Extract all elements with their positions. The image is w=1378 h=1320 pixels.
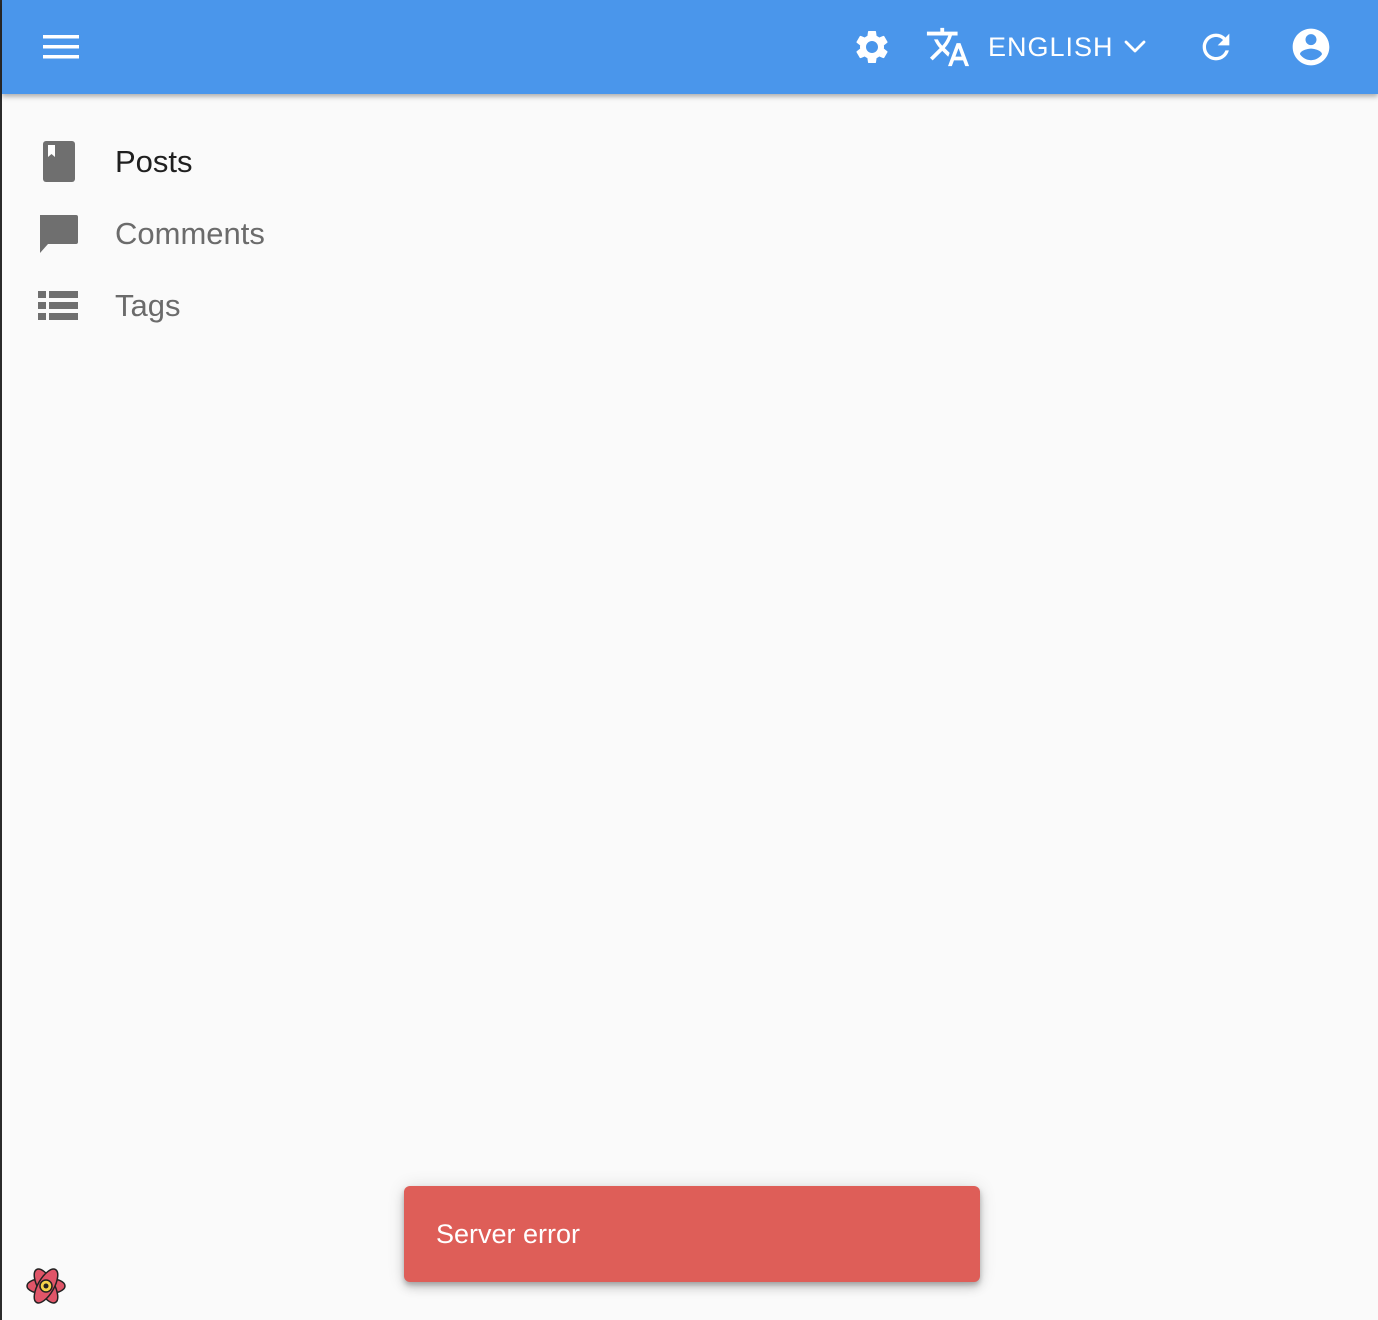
- notification-message: Server error: [436, 1218, 581, 1249]
- book-icon: [36, 140, 80, 184]
- app-bar: ENGLISH: [2, 0, 1378, 94]
- account-circle-icon: [1292, 28, 1330, 66]
- error-notification: Server error: [404, 1186, 980, 1282]
- chat-bubble-icon: [36, 212, 80, 256]
- sidebar-item-label: Comments: [115, 216, 265, 251]
- sidebar-menu: Posts Comments Tags: [2, 94, 322, 342]
- react-devtools-logo-icon[interactable]: [24, 1264, 68, 1308]
- hamburger-menu-icon: [43, 35, 79, 59]
- chevron-down-icon: [1124, 40, 1145, 53]
- account-button[interactable]: [1282, 20, 1340, 74]
- sidebar-item-label: Tags: [115, 288, 181, 323]
- gear-icon: [856, 30, 888, 63]
- app-page: ENGLISH Posts Comments Tags Server error: [0, 0, 1378, 1320]
- sidebar-item-tags[interactable]: Tags: [2, 270, 322, 342]
- language-selector[interactable]: ENGLISH: [924, 20, 1146, 74]
- refresh-button[interactable]: [1188, 20, 1244, 74]
- sidebar-item-posts[interactable]: Posts: [2, 126, 322, 198]
- settings-button[interactable]: [844, 20, 900, 74]
- list-icon: [36, 284, 80, 328]
- sidebar-item-label: Posts: [115, 144, 193, 179]
- sidebar-item-comments[interactable]: Comments: [2, 198, 322, 270]
- menu-button[interactable]: [30, 22, 92, 72]
- language-label: ENGLISH: [988, 31, 1114, 62]
- translate-icon: [926, 27, 970, 67]
- refresh-icon: [1202, 33, 1230, 61]
